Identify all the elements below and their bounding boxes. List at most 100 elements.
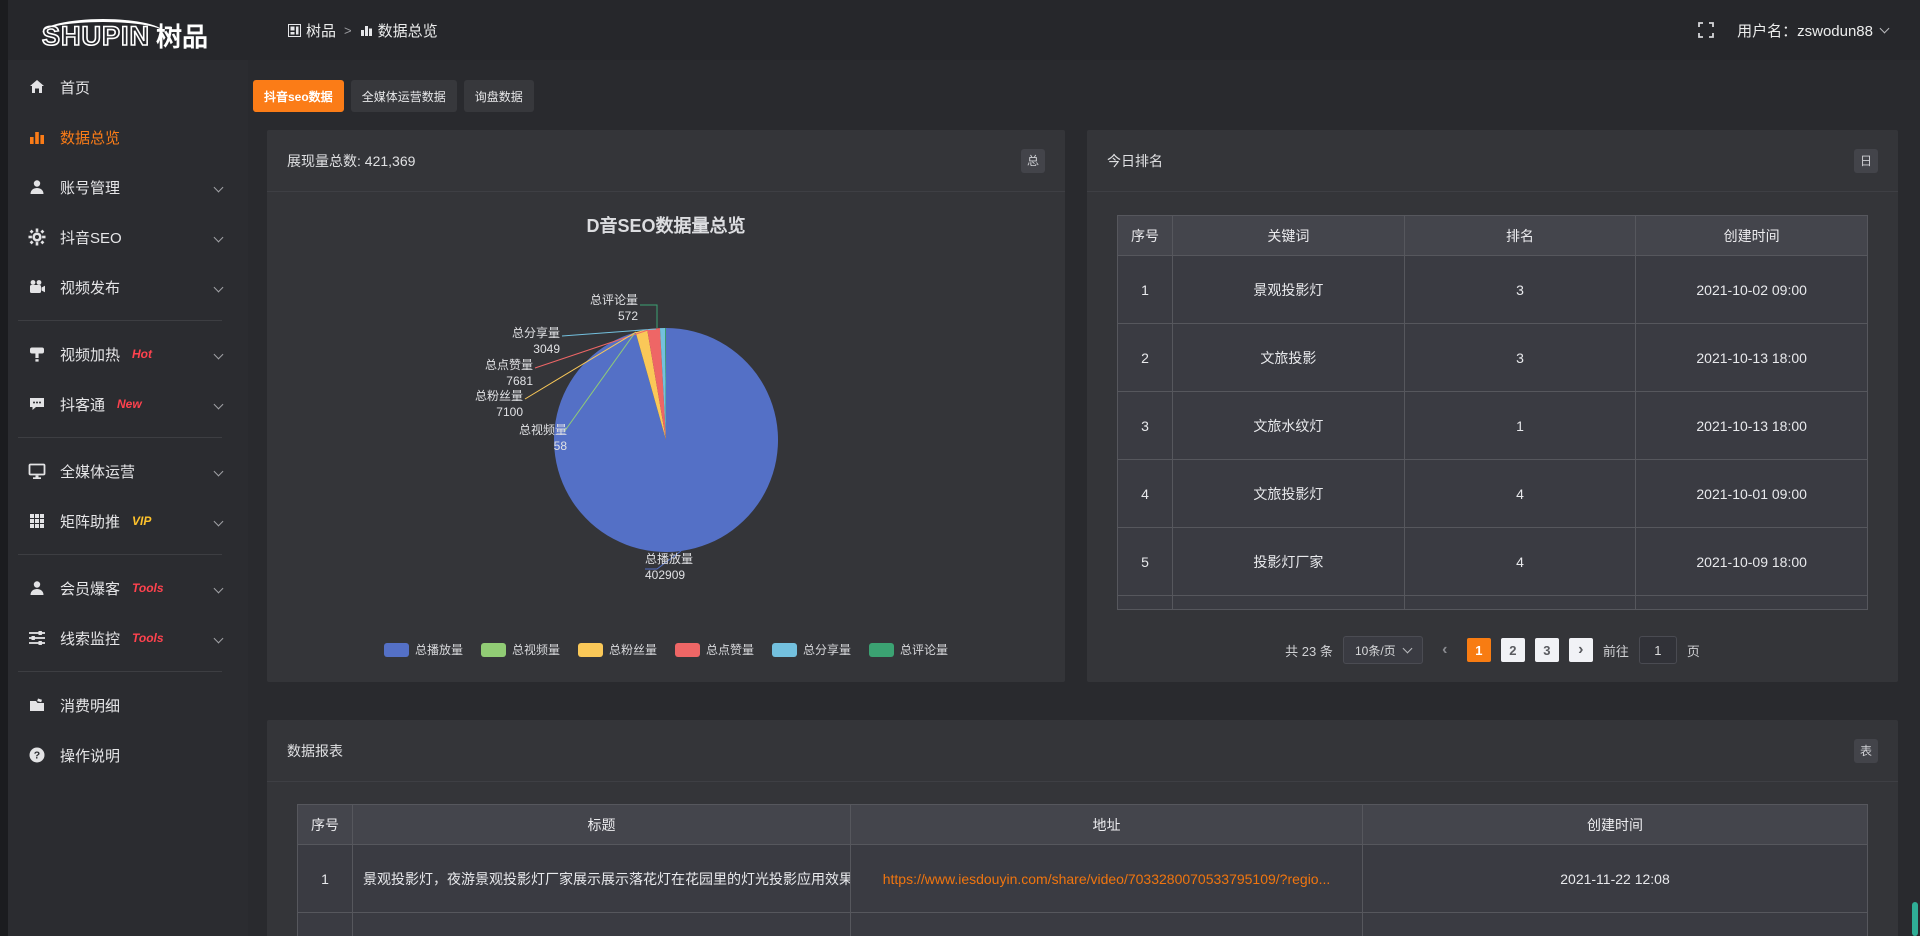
sidebar-item-home[interactable]: 首页 <box>0 62 248 112</box>
legend-swatch <box>772 643 797 657</box>
gear-icon <box>27 228 46 247</box>
tab-inquiry-data[interactable]: 询盘数据 <box>464 80 534 112</box>
breadcrumb-root-label: 树品 <box>306 20 336 41</box>
sidebar-item-label: 会员爆客 <box>60 578 120 599</box>
sidebar-divider <box>18 320 222 321</box>
chevron-down-icon <box>214 633 224 643</box>
hot-badge: Hot <box>132 347 152 361</box>
table-cell-empty <box>353 913 851 936</box>
table-cell-empty <box>851 913 1363 936</box>
sidebar-item-label: 抖客通 <box>60 394 105 415</box>
legend-item-plays[interactable]: 总播放量 <box>384 641 463 658</box>
sidebar-divider <box>18 671 222 672</box>
page-button-2[interactable]: 2 <box>1501 638 1525 662</box>
sidebar-item-data-overview[interactable]: 数据总览 <box>0 112 248 162</box>
fullscreen-icon[interactable] <box>1697 21 1715 39</box>
table-cell: 2021-10-13 18:00 <box>1636 324 1868 392</box>
sidebar-item-doketong[interactable]: 抖客通 New <box>0 379 248 429</box>
mini-bar-chart-icon <box>360 24 373 37</box>
page-size-select[interactable]: 10条/页 <box>1343 636 1423 664</box>
chevron-down-icon <box>1880 24 1890 34</box>
label-line-comments <box>640 305 657 328</box>
video-camera-icon <box>27 278 46 297</box>
tab-media-operation-data[interactable]: 全媒体运营数据 <box>351 80 457 112</box>
header-right: 用户名：zswodun88 <box>1697 20 1920 41</box>
sidebar-item-member-burst[interactable]: 会员爆客 Tools <box>0 563 248 613</box>
sidebar: 首页 数据总览 账号管理 抖音SEO 视频发布 视频加热 Hot <box>0 60 248 936</box>
sidebar-item-label: 消费明细 <box>60 695 120 716</box>
pie-label-likes: 总点赞量7681 <box>485 358 533 389</box>
rank-panel-title: 今日排名 <box>1107 151 1163 171</box>
pie-chart[interactable]: D音SEO数据量总览 总评论量572 总分享量3049 总点赞量7681 总粉丝… <box>267 192 1065 682</box>
video-title-cell: 景观投影灯，夜游景观投影灯厂家展示展示落花灯在花园里的灯光投影应用效果 # <box>353 845 851 913</box>
sidebar-item-consumption-detail[interactable]: 消费明细 <box>0 680 248 730</box>
sidebar-item-douyin-seo[interactable]: 抖音SEO <box>0 212 248 262</box>
sidebar-item-account[interactable]: 账号管理 <box>0 162 248 212</box>
chevron-down-icon <box>214 516 224 526</box>
pagination-total: 共 23 条 <box>1285 641 1333 660</box>
legend-item-likes[interactable]: 总点赞量 <box>675 641 754 658</box>
legend-item-comments[interactable]: 总评论量 <box>869 641 948 658</box>
top-header: SHUPIN 树品 树品 > 数据总览 用户名：zswodun88 <box>0 0 1920 60</box>
sidebar-divider <box>18 437 222 438</box>
column-header: 地址 <box>851 805 1363 845</box>
sidebar-item-matrix-boost[interactable]: 矩阵助推 VIP <box>0 496 248 546</box>
goto-page-input[interactable] <box>1639 636 1677 664</box>
user-menu[interactable]: 用户名：zswodun88 <box>1737 20 1888 41</box>
table-cell: 2021-10-09 18:00 <box>1636 528 1868 596</box>
chevron-down-icon <box>214 182 224 192</box>
impressions-total-label: 展现量总数: 421,369 <box>287 151 415 171</box>
sidebar-item-label: 全媒体运营 <box>60 461 135 482</box>
legend-item-fans[interactable]: 总粉丝量 <box>578 641 657 658</box>
table-cell: 1 <box>1118 256 1173 324</box>
left-edge-strip <box>0 0 8 936</box>
table-cell: 文旅投影 <box>1173 324 1405 392</box>
table-cell-empty <box>1118 596 1173 610</box>
table-cell-empty <box>298 913 353 936</box>
table-cell: 2021-10-02 09:00 <box>1636 256 1868 324</box>
sidebar-item-label: 数据总览 <box>60 127 120 148</box>
day-badge-button[interactable]: 日 <box>1854 149 1878 173</box>
tools-badge: Tools <box>132 581 164 595</box>
page-button-1[interactable]: 1 <box>1467 638 1491 662</box>
scrollbar-thumb[interactable] <box>1912 902 1918 936</box>
sidebar-item-video-heat[interactable]: 视频加热 Hot <box>0 329 248 379</box>
table-cell: 1 <box>1405 392 1637 460</box>
username-label: 用户名：zswodun88 <box>1737 20 1873 41</box>
prev-page-button[interactable]: ‹ <box>1433 638 1457 662</box>
pie-label-plays: 总播放量402909 <box>645 552 693 583</box>
total-badge-button[interactable]: 总 <box>1021 149 1045 173</box>
pie-label-comments: 总评论量572 <box>590 293 638 324</box>
seo-chart-panel: 展现量总数: 421,369 总 D音SEO数据量总览 总评论量572 总分享量… <box>267 130 1065 682</box>
table-cell: 5 <box>1118 528 1173 596</box>
logo: SHUPIN 树品 <box>0 11 248 50</box>
user-icon <box>27 178 46 197</box>
sidebar-item-label: 视频加热 <box>60 344 120 365</box>
breadcrumb: 树品 > 数据总览 <box>288 20 438 41</box>
monitor-icon <box>27 462 46 481</box>
video-link[interactable]: https://www.iesdouyin.com/share/video/70… <box>883 871 1331 887</box>
chart-panel-header: 展现量总数: 421,369 总 <box>267 130 1065 192</box>
tab-douyin-seo-data[interactable]: 抖音seo数据 <box>253 80 344 112</box>
legend-item-videos[interactable]: 总视频量 <box>481 641 560 658</box>
legend-item-shares[interactable]: 总分享量 <box>772 641 851 658</box>
sidebar-item-video-publish[interactable]: 视频发布 <box>0 262 248 312</box>
table-cell: 4 <box>1405 528 1637 596</box>
chevron-down-icon <box>214 282 224 292</box>
home-icon <box>27 78 46 97</box>
next-page-button[interactable]: › <box>1569 638 1593 662</box>
table-cell-empty <box>1636 596 1868 610</box>
chevron-down-icon <box>1402 644 1412 654</box>
legend-swatch <box>675 643 700 657</box>
table-badge-button[interactable]: 表 <box>1854 739 1878 763</box>
page-button-3[interactable]: 3 <box>1535 638 1559 662</box>
sidebar-item-lead-monitor[interactable]: 线索监控 Tools <box>0 613 248 663</box>
table-cell: 2021-10-13 18:00 <box>1636 392 1868 460</box>
breadcrumb-root[interactable]: 树品 <box>288 20 336 41</box>
column-header: 序号 <box>1118 216 1173 256</box>
sidebar-item-label: 矩阵助推 <box>60 511 120 532</box>
sidebar-item-instructions[interactable]: ? 操作说明 <box>0 730 248 780</box>
table-cell: 文旅投影灯 <box>1173 460 1405 528</box>
breadcrumb-current[interactable]: 数据总览 <box>360 20 438 41</box>
sidebar-item-media-operation[interactable]: 全媒体运营 <box>0 446 248 496</box>
